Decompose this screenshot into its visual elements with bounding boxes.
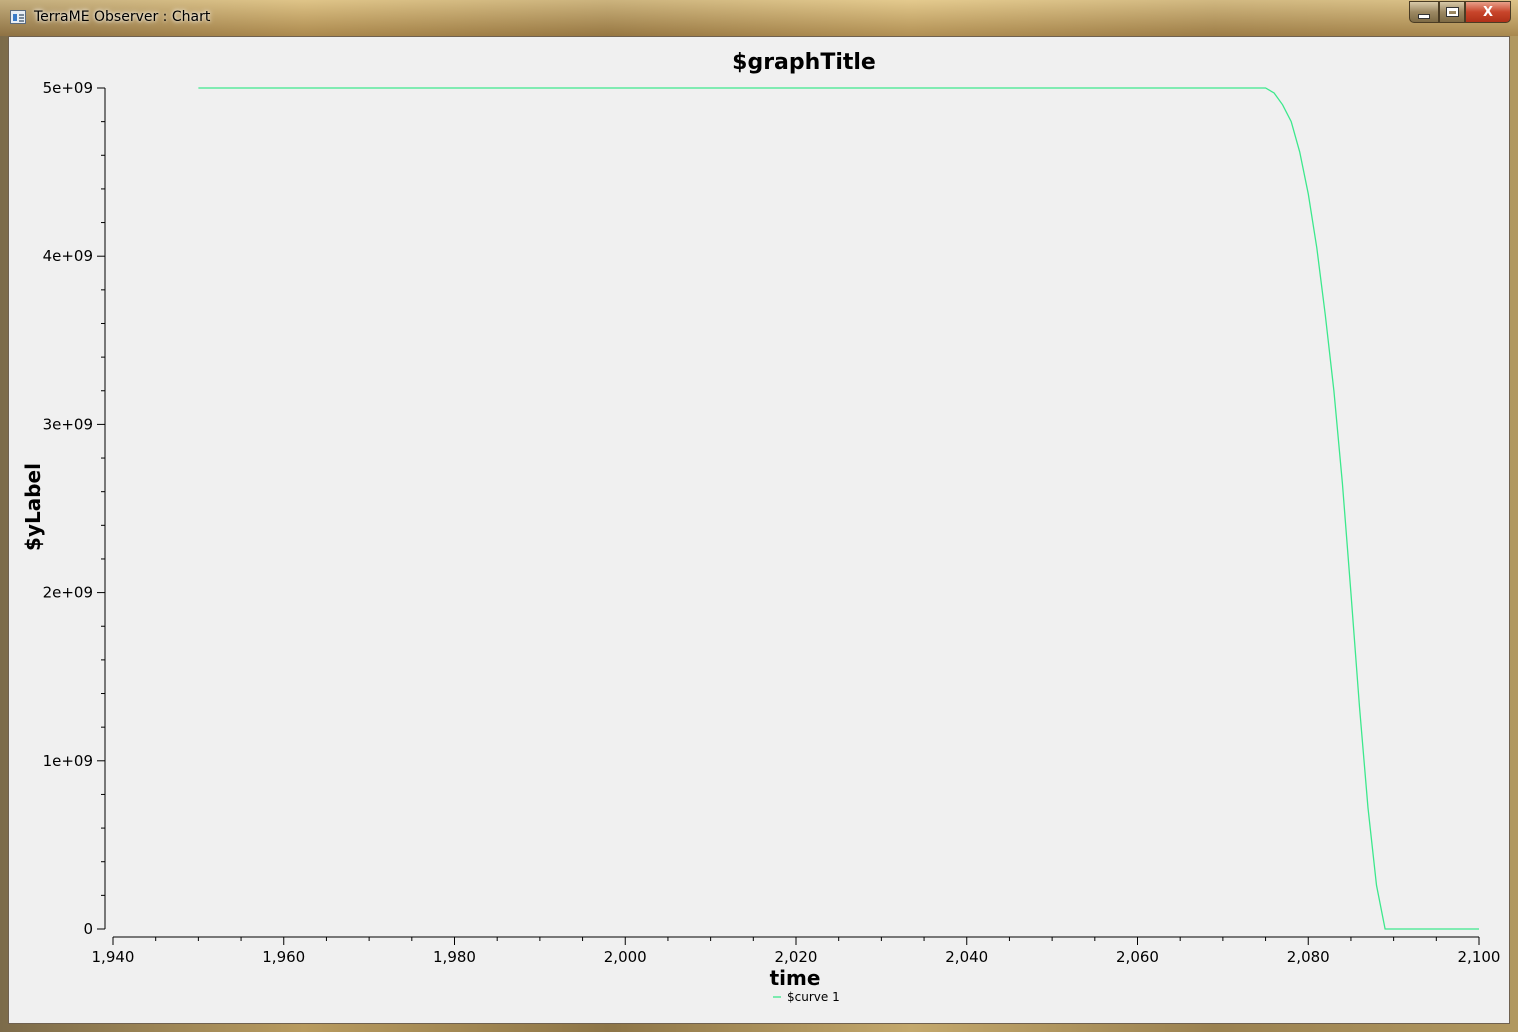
minimize-icon	[1419, 14, 1429, 18]
close-button[interactable]: X	[1465, 1, 1511, 23]
axes: 0 1e+09 2e+09 3e+09 4e+09 5e+09 1,940 1,960 1,98…	[43, 79, 1501, 966]
maximize-icon	[1446, 8, 1458, 16]
y-tick-label: 3e+09	[43, 415, 93, 433]
y-tick-label: 4e+09	[43, 247, 93, 265]
y-axis-title: $yLabel	[21, 463, 45, 551]
close-icon: X	[1482, 4, 1494, 20]
chart-area: $graphTitle $yLabel time 0 1e+09 2e+09 3e+0…	[8, 36, 1510, 1024]
minimize-button[interactable]	[1409, 1, 1439, 23]
maximize-button[interactable]	[1439, 1, 1465, 23]
x-tick-label: 2,060	[1116, 948, 1159, 966]
x-tick-label: 2,100	[1458, 948, 1501, 966]
x-tick-label: 2,000	[604, 948, 647, 966]
title-bar[interactable]: TerraME Observer : Chart X	[0, 0, 1518, 36]
series-group	[198, 87, 1479, 930]
y-tick-label: 1e+09	[43, 752, 93, 770]
x-tick-label: 2,020	[775, 948, 818, 966]
y-tick-label: 2e+09	[43, 584, 93, 602]
chart-window: TerraME Observer : Chart X $graphTitle $…	[0, 0, 1518, 1032]
app-icon[interactable]	[10, 10, 26, 24]
y-tick-label: 5e+09	[43, 79, 93, 97]
series-line	[198, 87, 1479, 930]
window-controls: X	[1409, 1, 1511, 23]
legend-label: $curve 1	[787, 990, 840, 1004]
x-tick-label: 1,960	[262, 948, 305, 966]
x-tick-label: 2,040	[945, 948, 988, 966]
x-tick-label: 2,080	[1287, 948, 1330, 966]
y-tick-label: 0	[83, 920, 93, 938]
x-tick-label: 1,940	[92, 948, 135, 966]
x-axis-title: time	[770, 966, 821, 990]
chart-title: $graphTitle	[732, 50, 876, 75]
legend: $curve 1	[773, 990, 840, 1004]
x-tick-label: 1,980	[433, 948, 476, 966]
window-title: TerraME Observer : Chart	[34, 9, 211, 25]
chart-svg: $graphTitle $yLabel time 0 1e+09 2e+09 3e+0…	[21, 50, 1501, 1004]
